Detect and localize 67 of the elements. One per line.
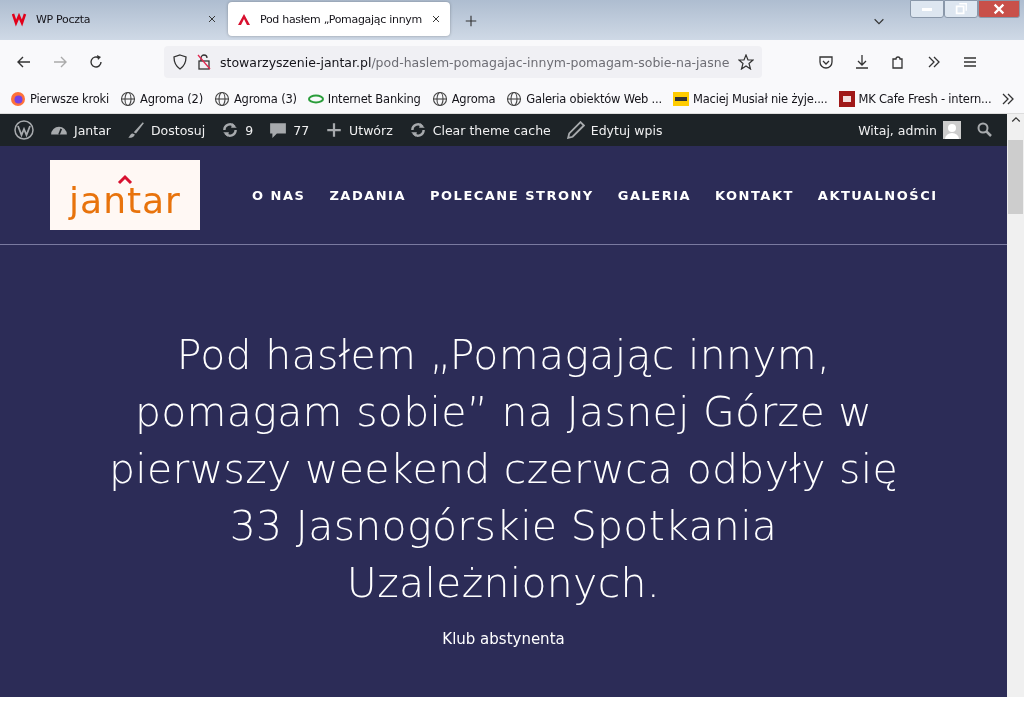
url-text: stowarzyszenie-jantar.pl/pod-haslem-pomagajac-innym-pomagam-sobie-na-jasne bbox=[220, 54, 730, 70]
avatar-icon bbox=[943, 121, 961, 139]
wordpress-logo-icon bbox=[14, 120, 34, 140]
account-menu[interactable]: Witaj, admin bbox=[850, 114, 969, 146]
browser-tab[interactable]: WP Poczta bbox=[4, 2, 226, 36]
bookmark-item[interactable]: Agroma bbox=[427, 88, 500, 109]
admin-bar-item[interactable]: 77 bbox=[261, 114, 318, 146]
close-icon bbox=[430, 13, 442, 25]
brush-icon bbox=[127, 121, 145, 139]
restore-icon bbox=[954, 2, 968, 16]
close-icon bbox=[206, 13, 218, 25]
admin-bar-item[interactable]: 9 bbox=[213, 114, 262, 146]
bookmark-item[interactable]: Agroma (3) bbox=[209, 88, 301, 109]
globe-icon bbox=[120, 90, 137, 107]
pencil-icon bbox=[566, 121, 585, 139]
rmf-logo-icon bbox=[673, 90, 689, 107]
pocket-icon bbox=[818, 54, 834, 70]
mail-logo-icon bbox=[12, 11, 28, 27]
admin-bar-item[interactable]: Utwórz bbox=[317, 114, 401, 146]
globe-icon bbox=[213, 90, 230, 107]
browser-logo-icon bbox=[10, 90, 26, 107]
restore-button[interactable] bbox=[944, 0, 978, 18]
search-icon bbox=[977, 122, 993, 138]
cafe-logo-icon bbox=[838, 90, 855, 107]
admin-bar-item[interactable]: Jantar bbox=[42, 114, 119, 146]
star-icon bbox=[738, 54, 754, 70]
menu-link[interactable]: KONTAKT bbox=[715, 187, 794, 203]
forward-arrow-icon bbox=[52, 54, 68, 70]
menu-link[interactable]: O NAS bbox=[252, 187, 306, 203]
caret-icon bbox=[117, 173, 133, 185]
admin-bar-item[interactable]: Dostosuj bbox=[119, 114, 214, 146]
close-icon bbox=[992, 2, 1006, 16]
double-chevron-icon bbox=[926, 54, 942, 70]
address-field[interactable]: stowarzyszenie-jantar.pl/pod-haslem-pomagajac-innym-pomagam-sobie-na-jasne bbox=[164, 46, 762, 78]
plus-icon bbox=[325, 121, 344, 139]
bookmark-item[interactable]: Agroma (2) bbox=[116, 88, 207, 109]
bookmark-item[interactable]: Pierwsze kroki bbox=[6, 88, 114, 109]
post-title: Pod hasłem „Pomagając innym, pomagam sobie” na Jasnej Górze w pierwszy weekend czerwca odbyły się 33 Jasnogórskie Spotkania Uzależnionych. bbox=[108, 330, 899, 609]
category-link[interactable]: Klub abstynenta bbox=[442, 630, 565, 648]
globe-icon bbox=[431, 90, 448, 107]
scrollbar[interactable] bbox=[1007, 114, 1024, 697]
insecure-lock-icon bbox=[196, 54, 212, 70]
scrollbar-thumb[interactable] bbox=[1008, 140, 1023, 214]
plus-icon bbox=[464, 14, 478, 28]
refresh-icon bbox=[408, 121, 427, 139]
bookmark-item[interactable]: Galeria obiektów Web ... bbox=[502, 88, 666, 109]
menu-icon bbox=[962, 54, 978, 70]
reload-icon bbox=[88, 54, 104, 70]
back-arrow-icon bbox=[16, 54, 32, 70]
browser-tab[interactable]: Pod hasłem „Pomagając innym bbox=[228, 2, 450, 36]
menu-link[interactable]: GALERIA bbox=[617, 187, 692, 203]
bookmark-item[interactable]: Maciej Musiał nie żyje.... bbox=[669, 88, 832, 109]
bookmark-item[interactable]: MK Cafe Fresh - intern... bbox=[834, 88, 996, 109]
minimize-button[interactable] bbox=[910, 0, 944, 18]
admin-bar-item[interactable]: Clear theme cache bbox=[400, 114, 559, 146]
comment-icon bbox=[269, 121, 288, 139]
globe-icon bbox=[506, 90, 523, 107]
download-icon bbox=[854, 54, 870, 70]
menu-link[interactable]: ZADANIA bbox=[329, 187, 406, 203]
refresh-icon bbox=[221, 121, 240, 139]
minimize-icon bbox=[922, 7, 932, 11]
admin-bar-item[interactable]: Edytuj wpis bbox=[558, 114, 671, 146]
menu-link[interactable]: AKTUALNOŚCI bbox=[817, 187, 938, 203]
menu-link[interactable]: POLECANE STRONY bbox=[430, 187, 594, 203]
close-window-button[interactable] bbox=[978, 0, 1020, 18]
bookmark-item[interactable]: Internet Banking bbox=[303, 88, 425, 109]
shield-icon bbox=[172, 54, 188, 70]
